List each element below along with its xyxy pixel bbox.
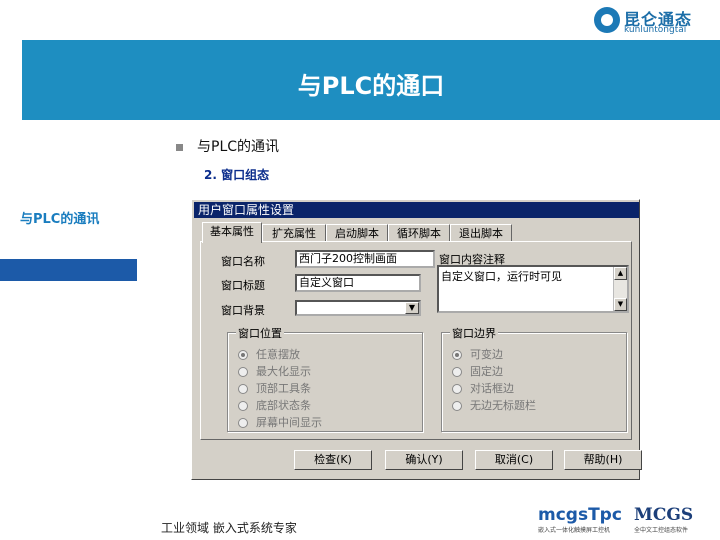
radio-icon[interactable] xyxy=(238,367,248,377)
position-option-center[interactable]: 屏幕中间显示 xyxy=(238,414,322,430)
help-button[interactable]: 帮助(H) xyxy=(564,450,642,470)
border-option-dialog[interactable]: 对话框边 xyxy=(452,380,514,396)
position-option-top-toolbar[interactable]: 顶部工具条 xyxy=(238,380,311,396)
sidebar-bar xyxy=(0,259,137,281)
basic-properties-panel: 窗口名称 西门子200控制画面 窗口标题 自定义窗口 窗口背景 ▼ 窗口内容注释… xyxy=(200,241,632,440)
position-option-free[interactable]: 任意摆放 xyxy=(238,346,300,362)
comment-scrollbar[interactable]: ▲ ▼ xyxy=(613,267,627,311)
mcgstpc-name: mcgsTpc xyxy=(538,505,622,525)
tab-extended-properties[interactable]: 扩充属性 xyxy=(262,224,326,242)
chevron-down-icon[interactable]: ▼ xyxy=(405,302,419,314)
tab-exit-script[interactable]: 退出脚本 xyxy=(450,224,512,242)
tab-strip: 基本属性 扩充属性 启动脚本 循环脚本 退出脚本 xyxy=(200,222,632,243)
cancel-button[interactable]: 取消(C) xyxy=(475,450,553,470)
window-name-label: 窗口名称 xyxy=(221,255,265,268)
position-option-maximize[interactable]: 最大化显示 xyxy=(238,363,311,379)
window-background-label: 窗口背景 xyxy=(221,304,265,317)
title-band: 与PLC的通口 xyxy=(22,40,720,120)
mcgs-logo: MCGS 全中文工控组态软件 xyxy=(634,505,718,539)
sub-item-text: 2. 窗口组态 xyxy=(204,168,270,182)
logo-english-name: kunluntongtai xyxy=(624,25,687,35)
company-logo: 昆仑通态 kunluntongtai xyxy=(594,5,718,39)
window-properties-dialog: 用户窗口属性设置 基本属性 扩充属性 启动脚本 循环脚本 退出脚本 窗口名称 西… xyxy=(191,199,642,480)
tab-startup-script[interactable]: 启动脚本 xyxy=(326,224,388,242)
window-comment-textarea[interactable]: 自定义窗口，运行时可见 ▲ ▼ xyxy=(437,265,629,313)
window-name-input[interactable]: 西门子200控制画面 xyxy=(295,250,435,268)
mcgs-tagline: 全中文工控组态软件 xyxy=(634,527,689,534)
radio-selected-icon[interactable] xyxy=(238,350,248,360)
mcgstpc-logo: mcgsTpc 嵌入式一体化触摸屏工控机 xyxy=(538,505,624,539)
scroll-down-icon[interactable]: ▼ xyxy=(614,298,627,311)
dialog-title-bar[interactable]: 用户窗口属性设置 xyxy=(194,202,639,218)
window-border-group: 窗口边界 可变边 固定边 对话框边 无边无标题栏 xyxy=(441,325,627,432)
radio-icon[interactable] xyxy=(238,418,248,428)
scroll-up-icon[interactable]: ▲ xyxy=(614,267,627,280)
check-button[interactable]: 检查(K) xyxy=(294,450,372,470)
radio-icon[interactable] xyxy=(452,384,462,394)
radio-icon[interactable] xyxy=(452,367,462,377)
window-comment-text: 自定义窗口，运行时可见 xyxy=(441,270,562,283)
window-caption-label: 窗口标题 xyxy=(221,279,265,292)
bullet-item: 与PLC的通讯 xyxy=(176,136,279,156)
tab-basic-properties[interactable]: 基本属性 xyxy=(202,222,262,243)
radio-icon[interactable] xyxy=(238,384,248,394)
window-border-title: 窗口边界 xyxy=(450,325,498,341)
footer-slogan: 工业领域 嵌入式系统专家 xyxy=(161,521,297,535)
tab-loop-script[interactable]: 循环脚本 xyxy=(388,224,450,242)
window-position-group: 窗口位置 任意摆放 最大化显示 顶部工具条 底部状态条 屏幕中间显示 xyxy=(227,325,423,432)
square-bullet-icon xyxy=(176,143,183,151)
bullet-text: 与PLC的通讯 xyxy=(197,139,280,155)
radio-icon[interactable] xyxy=(238,401,248,411)
radio-selected-icon[interactable] xyxy=(452,350,462,360)
border-option-resizable[interactable]: 可变边 xyxy=(452,346,503,362)
radio-icon[interactable] xyxy=(452,401,462,411)
window-caption-input[interactable]: 自定义窗口 xyxy=(295,274,421,292)
confirm-button[interactable]: 确认(Y) xyxy=(385,450,463,470)
position-option-bottom-statusbar[interactable]: 底部状态条 xyxy=(238,397,311,413)
window-background-select[interactable]: ▼ xyxy=(295,300,421,316)
border-option-none[interactable]: 无边无标题栏 xyxy=(452,397,536,413)
logo-mark-icon xyxy=(594,7,620,33)
mcgstpc-tagline: 嵌入式一体化触摸屏工控机 xyxy=(538,527,611,534)
window-position-title: 窗口位置 xyxy=(236,325,284,341)
slide-title: 与PLC的通口 xyxy=(297,72,445,100)
sidebar-title: 与PLC的通讯 xyxy=(20,212,100,227)
mcgs-name: MCGS xyxy=(634,505,694,525)
border-option-fixed[interactable]: 固定边 xyxy=(452,363,503,379)
